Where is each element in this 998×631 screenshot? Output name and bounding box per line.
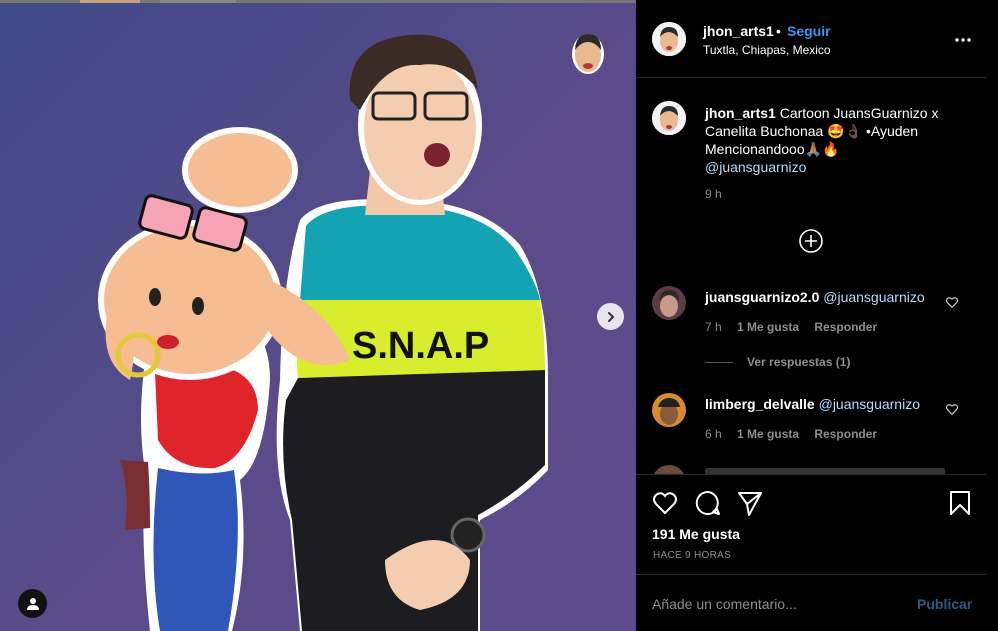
heart-icon[interactable]: [651, 489, 679, 517]
likes-count[interactable]: 191 Me gusta: [652, 526, 740, 542]
comment-username[interactable]: juansguarnizo2.0: [705, 289, 819, 305]
caption-author-avatar[interactable]: [652, 101, 686, 135]
reply-button[interactable]: Responder: [814, 427, 877, 441]
reply-button[interactable]: Responder: [814, 320, 877, 334]
post-actions: 191 Me gusta HACE 9 HORAS: [636, 474, 986, 574]
cartoon-illustration: S.N.A.P: [98, 34, 548, 631]
post-image[interactable]: S.N.A.P: [0, 0, 636, 631]
post-timestamp: HACE 9 HORAS: [653, 550, 732, 561]
publish-button[interactable]: Publicar: [917, 596, 972, 612]
comment-username[interactable]: limberg_delvalle: [705, 396, 815, 412]
comment-mention[interactable]: @juansguarnizo: [819, 396, 920, 412]
post-details-panel: jhon_arts1 • Seguir Tuxtla, Chiapas, Mex…: [636, 0, 998, 631]
comment-time: 7 h: [705, 320, 722, 334]
comment-meta: 6 h 1 Me gusta Responder: [705, 427, 889, 441]
load-more-comments-button[interactable]: [798, 228, 824, 254]
more-options-button[interactable]: [951, 28, 975, 52]
commenter-avatar[interactable]: [652, 286, 686, 320]
comment-icon[interactable]: [694, 489, 722, 517]
add-comment-bar: Publicar: [636, 574, 986, 631]
heart-icon[interactable]: [945, 295, 959, 309]
view-replies-button[interactable]: Ver respuestas (1): [705, 355, 850, 369]
comment-text: limberg_delvalle @juansguarnizo: [705, 395, 920, 413]
comment-likes[interactable]: 1 Me gusta: [737, 427, 799, 441]
comment-time: 6 h: [705, 427, 722, 441]
more-options-icon: [955, 38, 971, 42]
post-caption: jhon_arts1 Cartoon JuansGuarnizo x Canel…: [705, 104, 965, 176]
chevron-right-icon: [607, 311, 614, 322]
author-avatar[interactable]: [652, 22, 686, 56]
replies-divider: [705, 361, 733, 363]
view-replies-label: Ver respuestas (1): [747, 355, 851, 369]
comments-overflow: [636, 460, 986, 474]
caption-timestamp: 9 h: [705, 187, 722, 201]
comment-text: juansguarnizo2.0 @juansguarnizo: [705, 288, 925, 306]
heart-icon[interactable]: [945, 402, 959, 416]
share-icon[interactable]: [736, 489, 764, 517]
comment-input[interactable]: [652, 594, 892, 614]
post-location[interactable]: Tuxtla, Chiapas, Mexico: [703, 43, 831, 57]
shirt-text: S.N.A.P: [352, 325, 489, 367]
comment-likes[interactable]: 1 Me gusta: [737, 320, 799, 334]
caption-mention[interactable]: @juansguarnizo: [705, 159, 806, 175]
author-username[interactable]: jhon_arts1: [703, 23, 774, 39]
commenter-avatar[interactable]: [652, 393, 686, 427]
next-image-button[interactable]: [597, 303, 624, 330]
user-tag-icon: [26, 597, 39, 610]
post-header: jhon_arts1 • Seguir Tuxtla, Chiapas, Mex…: [636, 0, 986, 78]
tagged-user-avatar[interactable]: [570, 30, 606, 76]
comment-meta: 7 h 1 Me gusta Responder: [705, 320, 889, 334]
user-tags-button[interactable]: [18, 589, 47, 618]
comment-mention[interactable]: @juansguarnizo: [823, 289, 924, 305]
separator-dot: •: [776, 23, 781, 39]
add-circle-icon: [799, 229, 823, 253]
bookmark-icon[interactable]: [946, 489, 974, 517]
follow-button[interactable]: Seguir: [787, 23, 831, 39]
caption-username[interactable]: jhon_arts1: [705, 105, 776, 121]
